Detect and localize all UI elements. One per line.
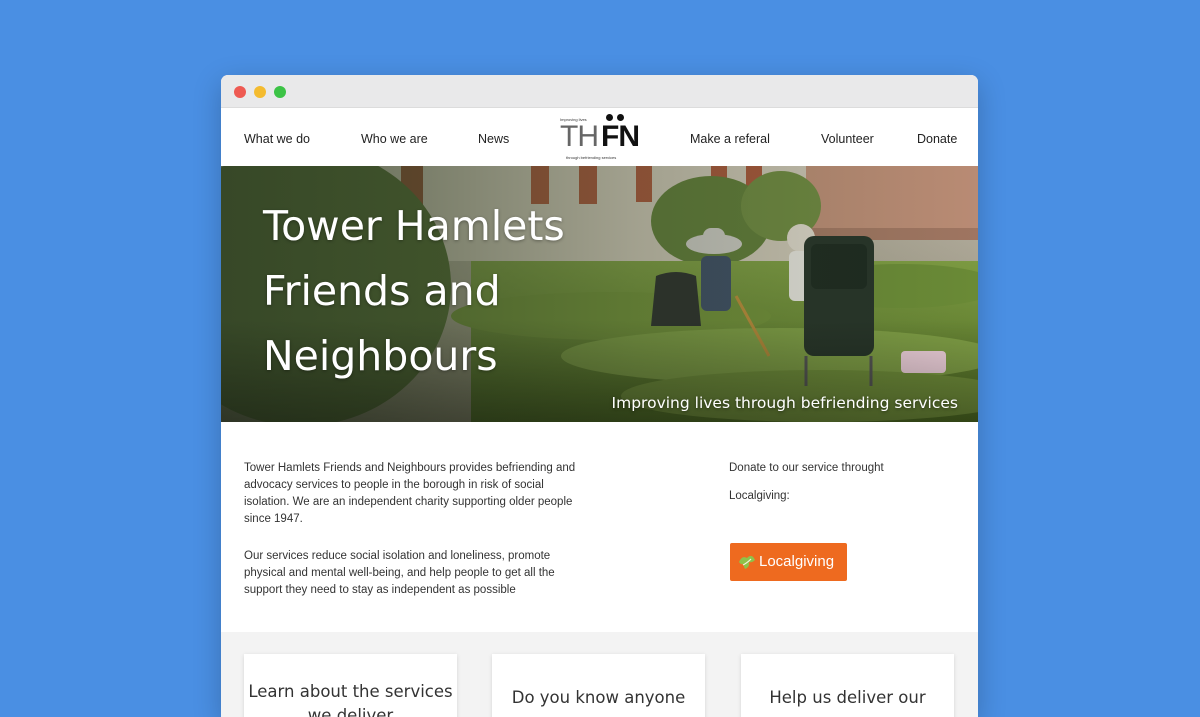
intro-section: Tower Hamlets Friends and Neighbours pro…: [221, 422, 978, 632]
logo-letters-th: TH: [560, 120, 599, 153]
feature-cards: Learn about the services we deliver Do y…: [221, 632, 978, 717]
donate-text: Donate to our service throught: [729, 462, 884, 474]
puzzle-leaf-icon: [739, 555, 755, 569]
logo-small-bottom-text: through befriending services: [566, 155, 617, 160]
window-titlebar: [221, 75, 978, 108]
donate-platform-text: Localgiving:: [729, 490, 790, 502]
nav-who-we-are[interactable]: Who we are: [361, 132, 428, 146]
card-title: Learn about the services we deliver: [248, 682, 453, 717]
card-title: Help us deliver our: [769, 688, 926, 707]
nav-make-a-referal[interactable]: Make a referal: [690, 132, 770, 146]
nav-donate[interactable]: Donate: [917, 132, 957, 146]
minimize-window-button[interactable]: [254, 86, 266, 98]
localgiving-button[interactable]: Localgiving: [730, 543, 847, 581]
hero-title-line: Friends and: [263, 267, 501, 315]
nav-news[interactable]: News: [478, 132, 509, 146]
hero-title: Tower Hamlets Friends and Neighbours: [263, 194, 643, 389]
intro-paragraph: Tower Hamlets Friends and Neighbours pro…: [244, 462, 576, 525]
nav-what-we-do[interactable]: What we do: [244, 132, 310, 146]
card-help-deliver[interactable]: Help us deliver our: [741, 654, 954, 717]
localgiving-button-label: Localgiving: [759, 553, 835, 570]
browser-window: What we do Who we are News Improving liv…: [221, 75, 978, 717]
maximize-window-button[interactable]: [274, 86, 286, 98]
hero-title-line: Neighbours: [263, 332, 498, 380]
hero-banner: Tower Hamlets Friends and Neighbours Imp…: [221, 166, 978, 422]
site-navigation: What we do Who we are News Improving liv…: [221, 108, 978, 166]
nav-volunteer[interactable]: Volunteer: [821, 132, 874, 146]
close-window-button[interactable]: [234, 86, 246, 98]
site-logo[interactable]: Improving lives TH FN through befriendin…: [560, 111, 642, 161]
hero-title-line: Tower Hamlets: [263, 202, 565, 250]
hero-tagline: Improving lives through befriending serv…: [611, 394, 958, 412]
card-know-anyone[interactable]: Do you know anyone: [492, 654, 705, 717]
logo-letters-fn: FN: [601, 120, 640, 153]
card-title: Do you know anyone: [511, 688, 686, 707]
card-learn-services[interactable]: Learn about the services we deliver: [244, 654, 457, 717]
services-paragraph: Our services reduce social isolation and…: [244, 550, 555, 596]
